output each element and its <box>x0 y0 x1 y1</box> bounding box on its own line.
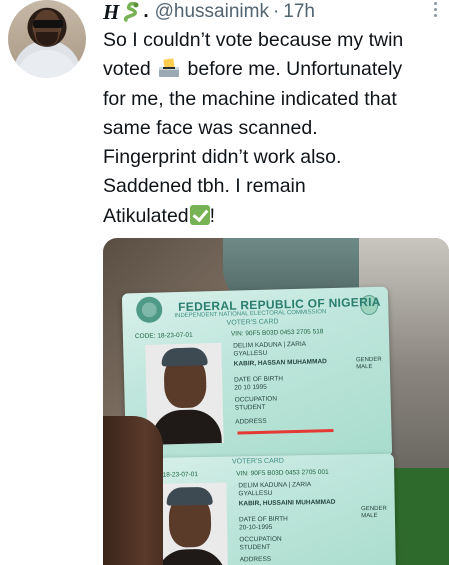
display-name[interactable]: H <box>103 0 119 25</box>
card2-vin: VIN: 90F5 B03D 0453 2705 001 <box>236 468 329 478</box>
snake-emoji-icon <box>123 1 141 22</box>
avatar[interactable] <box>8 0 86 78</box>
tweet-line-2-end: before me. Unfortunately <box>187 58 403 81</box>
tweet-text: So I couldn’t vote because my twin voted… <box>103 26 443 231</box>
card2-type: VOTER'S CARD <box>231 457 284 466</box>
tweet-line-4: same face was scanned. <box>103 116 318 139</box>
card-name: KABIR, HASSAN MUHAMMAD <box>233 358 327 368</box>
avatar-sunglasses <box>33 20 63 28</box>
card-address-label: ADDRESS <box>235 417 267 426</box>
tweet-line-5: Fingerprint didn’t work also. <box>103 146 342 169</box>
card-ward: GYALLESU <box>233 349 268 358</box>
card2-ward: GYALLESU <box>238 489 273 498</box>
card-code: CODE: 18-23-07-01 <box>134 331 193 341</box>
more-options-icon[interactable] <box>432 2 438 20</box>
ballot-box-emoji-icon <box>158 58 180 78</box>
tweet-line-2-start: voted <box>103 58 151 81</box>
card-gender: GENDER MALE <box>356 357 382 372</box>
tweet-line-3: for me, the machine indicated that <box>103 87 397 110</box>
check-mark-button-emoji-icon <box>189 204 210 225</box>
tweet-line-6: Saddened tbh. I remain <box>103 175 306 198</box>
tweet-line-2: voted before me. Unfortunately <box>103 55 443 84</box>
coat-of-arms-icon <box>135 296 163 324</box>
avatar-shirt <box>16 50 78 78</box>
tweet-timestamp[interactable]: 17h <box>283 1 315 23</box>
address-redaction <box>237 429 334 435</box>
card2-gender: GENDER MALE <box>361 506 387 520</box>
card-lga: DELIM KADUNA | ZARIA <box>233 340 307 350</box>
card-gender-value: MALE <box>356 363 373 371</box>
header-separator: · <box>272 1 280 22</box>
tweet-photo[interactable]: FEDERAL REPUBLIC OF NIGERIA INDEPENDENT … <box>103 238 449 565</box>
tweet-line-1: So I couldn’t vote because my twin <box>103 29 404 51</box>
tweet-line-7-start: Atikulated <box>103 204 189 227</box>
voters-card-2: VOTER'S CARD CODE: 18-23-07-01 VIN: 90F5… <box>127 453 397 565</box>
card2-lga: DELIM KADUNA | ZARIA <box>238 481 312 490</box>
card-occupation: STUDENT <box>234 403 266 412</box>
voters-card-1: FEDERAL REPUBLIC OF NIGERIA INDEPENDENT … <box>121 286 393 464</box>
card2-name: KABIR, HUSSAINI MUHAMMAD <box>238 498 336 508</box>
card-vin: VIN: 90F5 B03D 0453 2705 518 <box>230 328 324 338</box>
card-type: VOTER'S CARD <box>226 318 279 327</box>
card2-gender-value: MALE <box>361 512 378 520</box>
photo-background-green <box>389 468 449 565</box>
card-dob: 20 10 1995 <box>234 383 267 392</box>
card2-address-label: ADDRESS <box>239 555 272 564</box>
photo-thumb <box>103 416 163 565</box>
tweet-line-7-end: ! <box>209 204 216 227</box>
card2-occupation: STUDENT <box>239 543 271 552</box>
card2-dob: 20-10-1995 <box>239 523 273 532</box>
user-handle[interactable]: @hussainimk <box>155 1 269 23</box>
name-dot: . <box>143 1 149 22</box>
tweet-header: H . @hussainimk · 17h <box>103 0 315 24</box>
tweet-line-7: Atikulated! <box>103 202 443 231</box>
